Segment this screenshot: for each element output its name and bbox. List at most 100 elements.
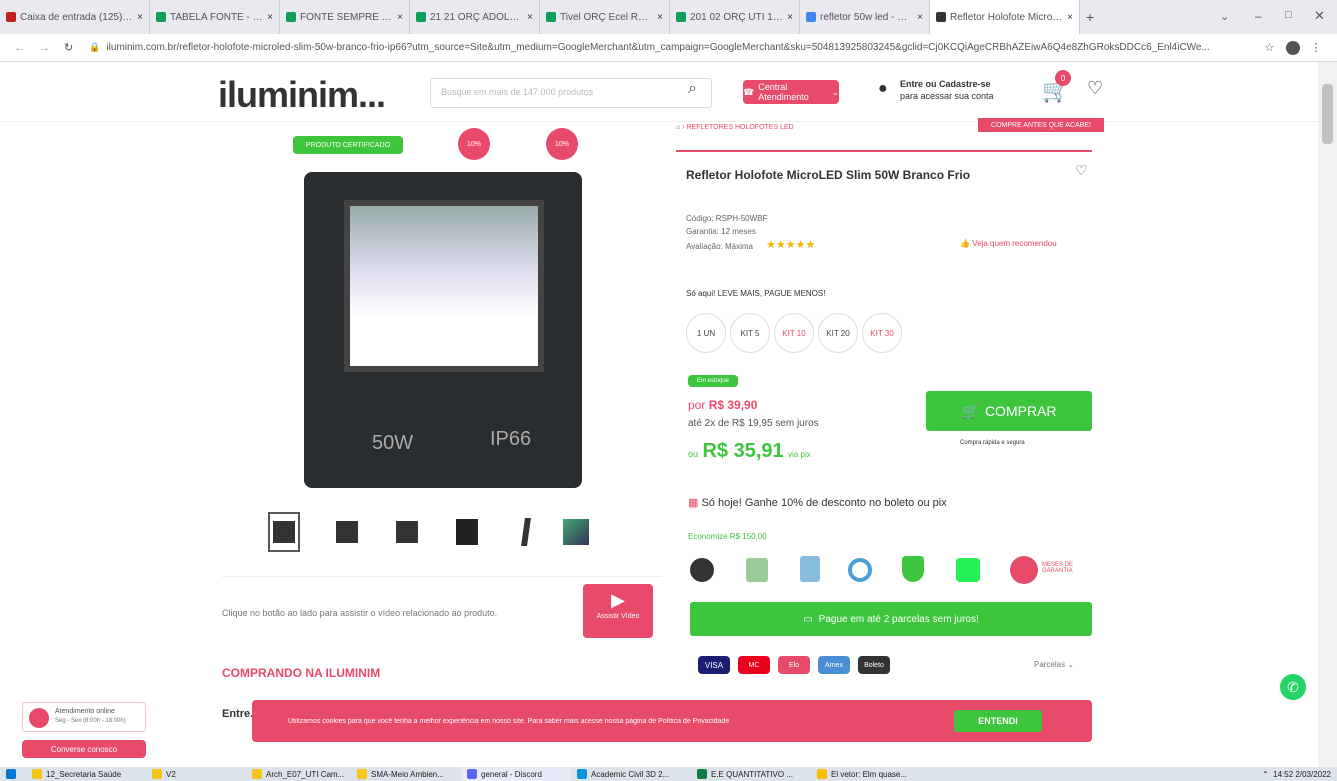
browser-tab-active[interactable]: Refletor Holofote MicroL... × [930,0,1080,34]
start-button[interactable] [0,767,26,781]
kit-option[interactable]: KIT 10 [774,313,814,353]
section-title: COMPRANDO NA ILUMINIM [222,666,381,680]
user-icon[interactable]: ● [878,80,888,98]
recommend-link[interactable]: 👍 Veja quem recomendou [960,239,1057,248]
gallery-thumbnail[interactable] [268,512,300,552]
gmail-icon [6,12,16,22]
close-tab-icon[interactable]: × [267,12,273,23]
back-icon[interactable]: ← [14,42,25,54]
reload-icon[interactable]: ↻ [64,41,73,54]
breadcrumb[interactable]: ⌂ › REFLETORES HOLOFOTES LED [676,124,794,131]
taskbar-item[interactable]: El vetor: Elm quase... [811,767,931,781]
support-dropdown[interactable]: ☎ Central Atendimento ⌄ [743,80,839,104]
browser-tab[interactable]: 21 21 ORÇ ADOLFO Cal...× [410,0,540,34]
home-icon: ⌂ [676,124,681,131]
pix-price-line: ou R$ 35,91 via pix [688,440,811,462]
close-tab-icon[interactable]: × [657,12,663,23]
kit-option[interactable]: KIT 30 [862,313,902,353]
taskbar-item[interactable]: Academic Civil 3D 2... [571,767,691,781]
gallery-thumbnail[interactable] [560,512,592,552]
divider [222,576,662,577]
tab-search-icon[interactable]: ⌄ [1220,10,1229,23]
certified-badge: PRODUTO CERTIFICADO [293,136,403,154]
gallery-thumbnail[interactable] [391,512,423,552]
maximize-button[interactable]: □ [1285,9,1292,21]
star-icon[interactable]: ☆ [1264,41,1274,54]
close-tab-icon[interactable]: × [137,12,143,23]
gallery-thumbnail[interactable] [331,512,363,552]
search-icon[interactable]: ⌕ [688,80,697,98]
close-tab-icon[interactable]: × [397,12,403,23]
buy-button[interactable]: 🛒 COMPRAR [926,391,1092,431]
chevron-down-icon: ⌄ [831,86,839,97]
sheets-icon [286,12,296,22]
scrollbar[interactable] [1318,62,1337,767]
close-tab-icon[interactable]: × [787,12,793,23]
scrollbar-thumb[interactable] [1322,84,1333,144]
login-link[interactable]: Entre ou Cadastre-se para acessar sua co… [900,78,994,102]
clock: 14:52 2/03/2022 [1273,769,1331,779]
browser-tab[interactable]: 201 02 ORÇ UTI 14-01...× [670,0,800,34]
browser-tab[interactable]: Caixa de entrada (125) - ... × [0,0,150,34]
savings-text: Economize R$ 150,00 [688,532,767,541]
price-line: por R$ 39,90 [688,398,758,412]
product-image-label: 50W [372,432,414,454]
search-input[interactable]: Busque em mais de 147.000 produtos [430,78,712,108]
return-icon [848,558,872,582]
site-logo[interactable]: iluminim... [218,74,386,116]
gallery-thumbnail[interactable] [451,512,483,552]
online-support-widget[interactable]: Atendimento online Seg - Sex (8:00h - 18… [22,702,146,732]
chat-button[interactable]: Converse conosco [22,740,146,758]
quality-icon [800,556,820,582]
profile-avatar[interactable] [1286,40,1301,55]
close-tab-icon[interactable]: × [527,12,533,23]
browser-tab[interactable]: FONTE SEMPRE ZT SIN...× [280,0,410,34]
sheets-icon [156,12,166,22]
installments-banner: ▭ Pague em até 2 parcelas sem juros! [690,602,1092,636]
taskbar-item[interactable]: Arch_E07_UTI Cam... [246,767,351,781]
new-tab-button[interactable]: + [1080,0,1110,34]
url-field[interactable]: iluminim.com.br/refletor-holofote-microl… [106,42,1256,53]
taskbar-item[interactable]: V2 [146,767,246,781]
rating-label: Avaliação: Máxima [686,242,753,251]
cookie-banner: Utilizamos cookies para que você tenha a… [252,700,1092,742]
gallery-thumbnail[interactable] [510,512,542,552]
kit-option[interactable]: KIT 20 [818,313,858,353]
favorite-heart-icon[interactable]: ♡ [1075,162,1088,179]
stock-badge: Em estoque [688,375,738,387]
product-image[interactable]: 50W IP66 [304,172,582,488]
accept-cookies-button[interactable]: ENTENDI [954,710,1042,732]
close-tab-icon[interactable]: × [917,12,923,23]
elo-icon: Elo [778,656,810,674]
system-tray[interactable]: ⌃ 14:52 2/03/2022 [1256,767,1337,781]
browser-tab[interactable]: refletor 50w led - Pesqui...× [800,0,930,34]
taskbar-item[interactable]: SMA-Meio Ambien... [351,767,461,781]
watch-video-button[interactable]: ▶ Assistir Vídeo [583,584,653,638]
browser-tab[interactable]: TABELA FONTE - Google ...× [150,0,280,34]
taskbar-item[interactable]: general - Discord [461,767,571,781]
taskbar-item[interactable]: 12_Secretaria Saúde [26,767,146,781]
menu-icon[interactable]: ⋮ [1310,41,1321,54]
browser-tab[interactable]: Tivel ORÇ Ecel Reformas ...× [540,0,670,34]
mastercard-icon: MC [738,656,770,674]
wishlist-heart-icon[interactable]: ♡ [1087,78,1103,99]
discount-badge: 10% [458,128,490,160]
forward-icon[interactable]: → [39,42,50,54]
installments-dropdown[interactable]: Parcelas ⌄ [1034,660,1074,669]
security-seal-icon [690,558,714,582]
cookie-text: Utilizamos cookies para que você tenha a… [288,717,730,725]
sheets-icon [546,12,556,22]
close-window-button[interactable]: ✕ [1314,8,1325,24]
whatsapp-icon[interactable]: ✆ [1280,674,1306,700]
site-header: iluminim... Busque em mais de 147.000 pr… [0,62,1318,122]
kit-option[interactable]: KIT 5 [730,313,770,353]
boleto-icon: Boleto [858,656,890,674]
warranty-seal-icon [1010,556,1038,584]
site-icon [936,12,946,22]
kit-option[interactable]: 1 UN [686,313,726,353]
browser-address-bar: ← → ↻ 🔒 iluminim.com.br/refletor-holofot… [0,34,1337,62]
taskbar-item[interactable]: E.E QUANTITATIVO ... [691,767,811,781]
close-tab-icon[interactable]: × [1067,12,1073,23]
cart-count-badge: 0 [1055,70,1071,86]
minimize-button[interactable]: – [1255,9,1262,23]
